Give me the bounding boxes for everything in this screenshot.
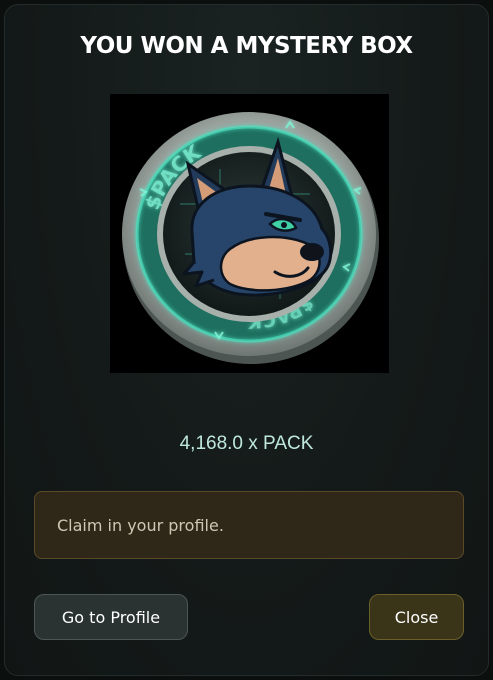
pack-coin-wolf-icon: $PACK $PACK — [122, 112, 379, 364]
go-to-profile-label: Go to Profile — [61, 607, 161, 627]
close-button[interactable]: Close — [369, 594, 464, 640]
close-label: Close — [394, 607, 439, 627]
claim-notice-text: Claim in your profile. — [57, 515, 224, 535]
dialog-title: YOU WON A MYSTERY BOX — [80, 33, 413, 59]
go-to-profile-button[interactable]: Go to Profile — [34, 594, 188, 640]
claim-notice: Claim in your profile. — [34, 491, 464, 559]
reward-amount: 4,168.0 x PACK — [179, 433, 314, 454]
mystery-box-dialog: YOU WON A MYSTERY BOX $PACK $P 4,168.0 x… — [4, 4, 489, 676]
reward-image: $PACK $PACK — [110, 94, 389, 373]
